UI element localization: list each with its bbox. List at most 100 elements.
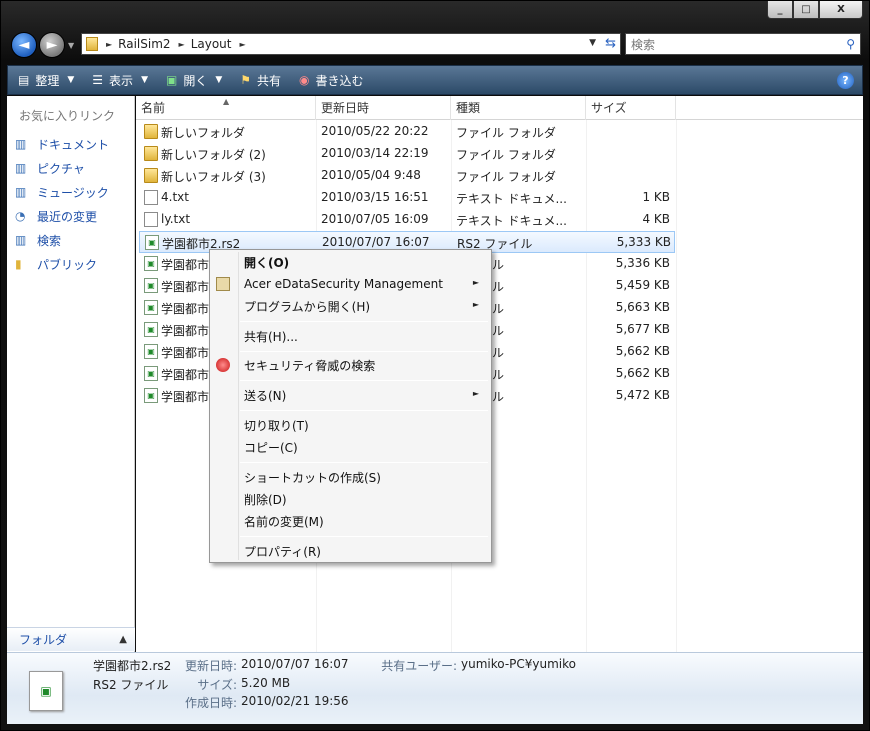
sidebar-item-recent[interactable]: ◔ 最近の変更 <box>15 204 134 228</box>
pictures-icon: ▥ <box>15 161 27 175</box>
menu-separator <box>240 410 488 411</box>
close-button[interactable]: X <box>819 1 863 19</box>
breadcrumb-arrow-icon[interactable]: ► <box>106 40 112 49</box>
breadcrumb-railsim2[interactable]: RailSim2 <box>118 37 170 51</box>
file-type: テキスト ドキュメ... <box>456 192 567 206</box>
minimize-button[interactable]: _ <box>767 1 793 19</box>
details-filetype: RS2 ファイル <box>93 678 169 692</box>
chevron-up-icon: ▲ <box>119 634 127 645</box>
search-input[interactable]: 検索 ⚲ <box>625 33 861 55</box>
share-icon: ⚑ <box>240 73 252 87</box>
file-size: 5,662 KB <box>615 366 670 380</box>
command-bar: ▤ 整理 ▼ ☰ 表示 ▼ ▣ 開く ▼ ⚑ 共有 ◉ 書き込む ? <box>7 65 863 95</box>
maximize-button[interactable]: □ <box>793 1 819 19</box>
table-row[interactable]: 新しいフォルダ 2010/05/22 20:22 ファイル フォルダ <box>139 121 675 143</box>
column-type[interactable]: 種類 <box>451 96 586 120</box>
view-button[interactable]: ☰ 表示 ▼ <box>92 72 148 89</box>
column-name[interactable]: 名前 ▲ <box>136 96 316 120</box>
file-date: 2010/07/05 16:09 <box>321 212 429 226</box>
table-row[interactable]: 新しいフォルダ (2) 2010/03/14 22:19 ファイル フォルダ <box>139 143 675 165</box>
file-size: 5,333 KB <box>616 235 671 249</box>
details-created-label: 作成日時: <box>184 696 237 710</box>
menu-item-open[interactable]: 開く(O) <box>210 251 491 273</box>
menu-item-create-shortcut[interactable]: ショートカットの作成(S) <box>210 466 491 488</box>
table-row[interactable]: 4.txt 2010/03/15 16:51 テキスト ドキュメ... 1 KB <box>139 187 675 209</box>
menu-item-security-scan[interactable]: セキュリティ脅威の検索 <box>210 354 491 376</box>
details-size-label: サイズ: <box>197 678 237 692</box>
column-date[interactable]: 更新日時 <box>316 96 451 120</box>
breadcrumb-layout[interactable]: Layout <box>191 37 232 51</box>
file-name: 新しいフォルダ (3) <box>161 170 266 184</box>
caption-buttons: _ □ X <box>767 1 863 19</box>
menu-item-rename[interactable]: 名前の変更(M) <box>210 510 491 532</box>
music-icon: ▥ <box>15 185 27 199</box>
forward-button[interactable]: ► <box>39 32 65 58</box>
rs2-file-icon: ▣ <box>144 256 158 271</box>
folder-icon: ▮ <box>15 257 22 271</box>
organize-button[interactable]: ▤ 整理 ▼ <box>18 72 74 89</box>
table-row[interactable]: ly.txt 2010/07/05 16:09 テキスト ドキュメ... 4 KB <box>139 209 675 231</box>
menu-item-send-to[interactable]: 送る(N) ► <box>210 384 491 406</box>
menu-item-delete[interactable]: 削除(D) <box>210 488 491 510</box>
view-icon: ☰ <box>92 73 104 87</box>
details-modified: 2010/07/07 16:07 <box>241 657 349 671</box>
details-modified-label: 更新日時: <box>184 659 237 673</box>
organize-icon: ▤ <box>18 73 30 87</box>
sidebar-item-pictures[interactable]: ▥ ピクチャ <box>15 156 134 180</box>
menu-separator <box>240 462 488 463</box>
documents-icon: ▥ <box>15 137 27 151</box>
acer-security-icon <box>216 277 230 291</box>
navigation-pane: お気に入りリンク ▥ ドキュメント ▥ ピクチャ ▥ ミュージック ◔ 最近の変更 ▥ 検… <box>7 96 135 652</box>
chevron-down-icon: ▼ <box>67 75 75 85</box>
sidebar-item-searches[interactable]: ▥ 検索 <box>15 228 134 252</box>
menu-separator <box>240 351 488 352</box>
rs2-file-icon: ▣ <box>144 300 158 315</box>
burn-button[interactable]: ◉ 書き込む <box>299 72 364 89</box>
file-name: 新しいフォルダ (2) <box>161 148 266 162</box>
sidebar-item-public[interactable]: ▮ パブリック <box>15 252 134 276</box>
details-filename: 学園都市2.rs2 <box>93 659 172 673</box>
search-icon[interactable]: ⚲ <box>846 37 855 51</box>
explorer-window: _ □ X ◄ ► ▼ ► RailSim2 ► Layout ► ▼ ⇆ 検索… <box>0 0 870 731</box>
breadcrumb-arrow-icon[interactable]: ► <box>179 40 185 49</box>
menu-item-properties[interactable]: プロパティ(R) <box>210 540 491 562</box>
details-shared: yumiko-PC¥yumiko <box>461 657 576 671</box>
file-date: 2010/07/07 16:07 <box>322 235 430 249</box>
breadcrumb-arrow-icon[interactable]: ► <box>239 40 245 49</box>
address-bar[interactable]: ► RailSim2 ► Layout ► ▼ ⇆ <box>81 33 621 55</box>
refresh-icon[interactable]: ⇆ <box>605 36 616 51</box>
file-size: 5,472 KB <box>615 388 670 402</box>
help-icon[interactable]: ? <box>837 72 854 89</box>
menu-item-acer[interactable]: Acer eDataSecurity Management ► <box>210 273 491 295</box>
sidebar-item-music[interactable]: ▥ ミュージック <box>15 180 134 204</box>
rs2-file-icon: ▣ <box>144 278 158 293</box>
menu-item-share[interactable]: 共有(H)... <box>210 325 491 347</box>
file-size: 5,459 KB <box>615 278 670 292</box>
address-dropdown-icon[interactable]: ▼ <box>589 38 596 48</box>
submenu-arrow-icon: ► <box>472 278 479 287</box>
share-button[interactable]: ⚑ 共有 <box>240 72 281 89</box>
file-name: 4.txt <box>161 190 189 204</box>
folders-toggle[interactable]: フォルダ ▲ <box>7 627 135 651</box>
column-size[interactable]: サイズ <box>586 96 676 120</box>
folder-icon <box>144 124 158 139</box>
recent-pages-dropdown[interactable]: ▼ <box>68 41 74 50</box>
security-scan-icon <box>216 358 230 372</box>
recent-changes-icon: ◔ <box>15 209 26 223</box>
file-size: 1 KB <box>642 190 670 204</box>
file-size: 5,663 KB <box>615 300 670 314</box>
menu-item-open-with[interactable]: プログラムから開く(H) ► <box>210 295 491 317</box>
search-placeholder: 検索 <box>631 37 656 52</box>
menu-item-cut[interactable]: 切り取り(T) <box>210 414 491 436</box>
menu-item-copy[interactable]: コピー(C) <box>210 436 491 458</box>
sidebar-item-documents[interactable]: ▥ ドキュメント <box>15 132 134 156</box>
back-button[interactable]: ◄ <box>11 32 37 58</box>
details-created: 2010/02/21 19:56 <box>241 694 349 708</box>
file-size: 4 KB <box>642 212 670 226</box>
table-row[interactable]: 新しいフォルダ (3) 2010/05/04 9:48 ファイル フォルダ <box>139 165 675 187</box>
file-date: 2010/05/04 9:48 <box>321 168 421 182</box>
file-type: ファイル フォルダ <box>456 148 556 162</box>
folder-icon <box>86 37 98 51</box>
forward-arrow-icon: ► <box>46 37 58 53</box>
open-button[interactable]: ▣ 開く ▼ <box>166 72 222 89</box>
